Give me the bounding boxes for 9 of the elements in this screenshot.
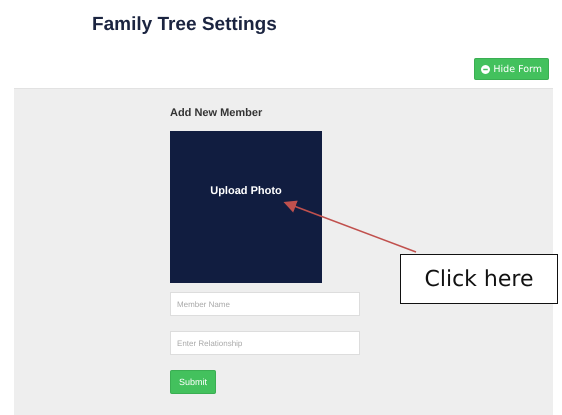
minus-circle-icon <box>481 64 490 74</box>
upload-photo-button[interactable]: Upload Photo <box>170 131 322 283</box>
page-title: Family Tree Settings <box>92 14 278 36</box>
input-field[interactable]: Enter Relationship <box>170 331 360 355</box>
input-field[interactable]: Member Name <box>170 292 360 316</box>
submit-button[interactable]: Submit <box>170 370 216 394</box>
callout-label: Click here <box>400 254 558 304</box>
form-heading: Add New Member <box>170 107 264 119</box>
hide-form-button[interactable]: Hide Form <box>474 58 549 80</box>
